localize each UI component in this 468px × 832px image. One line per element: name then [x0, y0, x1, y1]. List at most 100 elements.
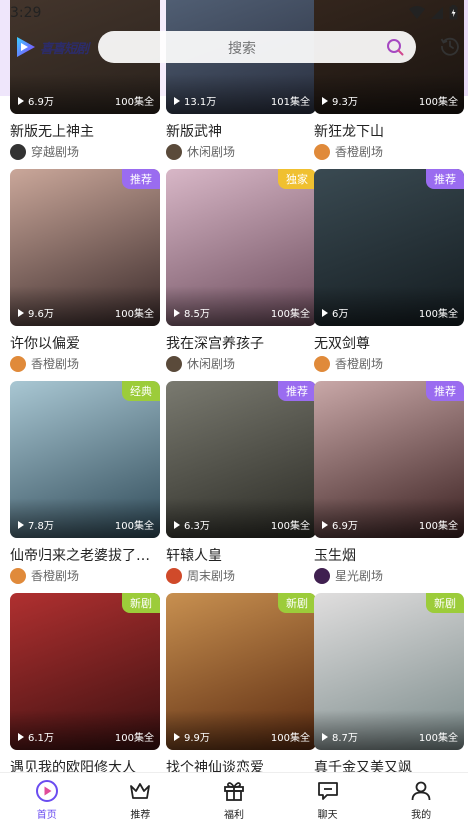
- drama-card[interactable]: 推荐 9.6万 100集全 许你以偏爱 香橙剧场: [10, 169, 160, 379]
- source-avatar: [166, 355, 182, 372]
- nav-home[interactable]: 首页: [0, 773, 94, 832]
- drama-source: 星光剧场: [314, 567, 383, 584]
- source-name: 休闲剧场: [187, 357, 236, 371]
- episode-count: 100集全: [270, 521, 310, 532]
- view-count-text: 6.1万: [28, 733, 54, 744]
- source-name: 香橙剧场: [31, 569, 80, 583]
- nav-recommend-label: 推荐: [130, 810, 151, 821]
- view-count: 9.6万: [18, 305, 54, 320]
- view-count: 6.3万: [174, 517, 210, 532]
- drama-card[interactable]: 经典 7.8万 100集全仙帝归来之老婆拔了… 香橙剧场: [10, 381, 160, 591]
- play-icon: [18, 308, 24, 317]
- gift-icon: [224, 782, 244, 801]
- drama-tag-badge: 新剧: [278, 593, 316, 613]
- episode-count: 100集全: [418, 97, 458, 108]
- drama-poster[interactable]: 新剧 8.7万 100集全: [314, 593, 464, 750]
- drama-source: 休闲剧场: [166, 143, 235, 160]
- drama-tag-badge: 独家: [278, 169, 316, 189]
- status-bar: 3:29: [0, 0, 468, 28]
- search-box[interactable]: 搜索: [98, 31, 416, 63]
- drama-poster[interactable]: 新剧 9.9万 100集全: [166, 593, 316, 750]
- play-icon: [322, 520, 328, 529]
- nav-recommend[interactable]: 推荐: [94, 773, 188, 832]
- view-count: 6.9万: [18, 93, 54, 108]
- status-icons: [409, 5, 458, 20]
- drama-tag-badge: 推荐: [122, 169, 160, 189]
- episode-count: 100集全: [114, 733, 154, 744]
- source-avatar: [10, 143, 26, 160]
- home-play-icon: [35, 780, 58, 802]
- chat-icon: [317, 782, 338, 800]
- drama-source: 香橙剧场: [10, 567, 79, 584]
- logo-text: 喜喜短剧: [40, 41, 89, 57]
- logo-play-icon: [17, 37, 35, 57]
- view-count-text: 6.9万: [28, 97, 54, 108]
- drama-card[interactable]: 推荐 6万 100集全 无双剑尊 香橙剧场: [314, 169, 464, 379]
- search-icon[interactable]: [386, 38, 404, 56]
- history-icon[interactable]: [440, 36, 460, 56]
- source-avatar: [10, 567, 26, 584]
- view-count: 6万: [322, 305, 348, 320]
- drama-poster[interactable]: 推荐 6万 100集全: [314, 169, 464, 326]
- drama-title[interactable]: 新狂龙下山: [314, 121, 464, 141]
- episode-count: 100集全: [114, 521, 154, 532]
- source-avatar: [166, 143, 182, 160]
- drama-title[interactable]: 轩辕人皇: [166, 545, 316, 565]
- view-count: 6.1万: [18, 729, 54, 744]
- source-avatar: [166, 567, 182, 584]
- status-time: 3:29: [10, 5, 42, 21]
- drama-poster[interactable]: 独家 8.5万 100集全: [166, 169, 316, 326]
- drama-poster[interactable]: 新剧 6.1万 100集全: [10, 593, 160, 750]
- view-count-text: 6.3万: [184, 521, 210, 532]
- view-count: 7.8万: [18, 517, 54, 532]
- view-count-text: 9.9万: [184, 733, 210, 744]
- drama-tag-badge: 推荐: [426, 381, 464, 401]
- nav-mine[interactable]: 我的: [374, 773, 468, 832]
- play-icon: [322, 308, 328, 317]
- drama-grid: 6.9万 100集全 新版无上神主 穿越剧场 13.1万 101集全 新版武神 休闲剧场 9.3…: [0, 0, 468, 832]
- drama-card[interactable]: 推荐 6.3万 100集全轩辕人皇周末剧场: [166, 381, 316, 591]
- drama-poster[interactable]: 推荐 6.9万 100集全: [314, 381, 464, 538]
- drama-card[interactable]: 独家 8.5万 100集全 我在深宫养孩子 休闲剧场: [166, 169, 316, 379]
- drama-tag-badge: 经典: [122, 381, 160, 401]
- drama-title[interactable]: 无双剑尊: [314, 333, 464, 353]
- crown-icon: [130, 783, 151, 799]
- source-name: 周末剧场: [187, 569, 236, 583]
- drama-title[interactable]: 仙帝归来之老婆拔了…: [10, 545, 160, 565]
- app-logo[interactable]: 喜喜短剧: [12, 34, 89, 60]
- drama-poster[interactable]: 经典 7.8万 100集全: [10, 381, 160, 538]
- play-icon: [18, 732, 24, 741]
- episode-count: 100集全: [418, 521, 458, 532]
- play-icon: [322, 96, 328, 105]
- view-count-text: 8.5万: [184, 309, 210, 320]
- source-name: 休闲剧场: [187, 145, 236, 159]
- nav-chat-label: 聊天: [317, 810, 338, 821]
- bottom-nav: 首页 推荐 福利 聊天 我的: [0, 772, 468, 832]
- user-icon: [411, 781, 431, 801]
- nav-welfare[interactable]: 福利: [187, 773, 281, 832]
- drama-poster[interactable]: 推荐 6.3万 100集全: [166, 381, 316, 538]
- drama-title[interactable]: 新版无上神主: [10, 121, 160, 141]
- signal-icon: [431, 6, 443, 19]
- view-count: 13.1万: [174, 93, 216, 108]
- play-icon: [18, 520, 24, 529]
- drama-tag-badge: 推荐: [278, 381, 316, 401]
- drama-title[interactable]: 玉生烟: [314, 545, 464, 565]
- source-name: 穿越剧场: [31, 145, 80, 159]
- drama-source: 穿越剧场: [10, 143, 79, 160]
- drama-card[interactable]: 推荐 6.9万 100集全玉生烟星光剧场: [314, 381, 464, 591]
- source-avatar: [314, 143, 330, 160]
- drama-title[interactable]: 许你以偏爱: [10, 333, 160, 353]
- view-count: 8.5万: [174, 305, 210, 320]
- drama-source: 香橙剧场: [314, 143, 383, 160]
- nav-chat[interactable]: 聊天: [281, 773, 375, 832]
- drama-title[interactable]: 我在深宫养孩子: [166, 333, 316, 353]
- drama-poster[interactable]: 推荐 9.6万 100集全: [10, 169, 160, 326]
- drama-title[interactable]: 新版武神: [166, 121, 316, 141]
- episode-count: 100集全: [114, 97, 154, 108]
- app-bar: 喜喜短剧 搜索: [0, 30, 468, 66]
- episode-count: 101集全: [270, 97, 310, 108]
- view-count-text: 6万: [332, 309, 349, 320]
- drama-source: 周末剧场: [166, 567, 235, 584]
- play-icon: [174, 96, 180, 105]
